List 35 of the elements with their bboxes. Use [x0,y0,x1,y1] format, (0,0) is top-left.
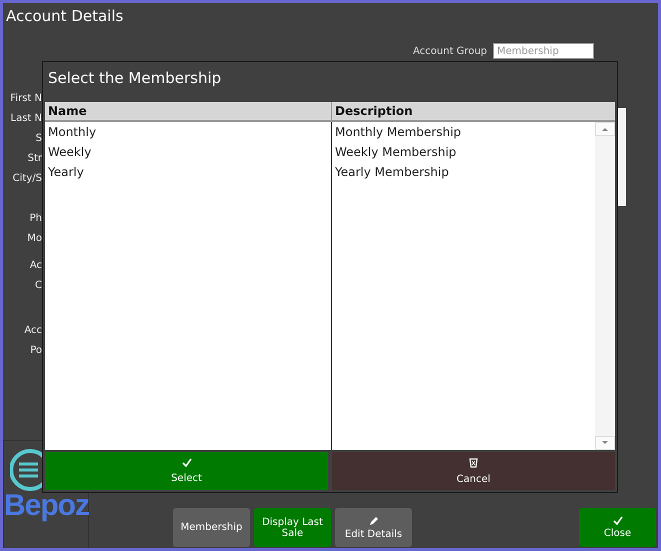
edit-details-button[interactable]: Edit Details [335,508,412,547]
field-label: S [36,132,42,146]
field-label: Ac [30,259,42,273]
field-label: Ph [30,212,42,226]
column-header[interactable]: Description [332,102,615,120]
table-cell[interactable]: Weekly [45,143,331,163]
trash-icon [469,457,478,468]
cancel-button[interactable]: Cancel [332,452,615,490]
field-label: Str [28,152,42,166]
field-label: C [35,279,42,293]
membership-button[interactable]: Membership [173,508,250,547]
scrollbar[interactable] [595,122,615,450]
field-label: Po [30,344,42,358]
column-header[interactable]: Name [45,102,332,120]
close-button[interactable]: Close [579,508,656,547]
field-label: Last N [10,112,42,126]
table-cell[interactable]: Yearly [45,163,331,183]
table-cell[interactable]: Yearly Membership [332,163,595,183]
field-label: First N [10,92,42,106]
table-cell[interactable]: Weekly Membership [332,143,595,163]
field-label: City/S [12,172,42,186]
logo-text: Bepoz [4,491,89,521]
check-icon [182,458,192,467]
display-last-sale-button[interactable]: Display Last Sale [254,508,331,547]
pencil-icon [368,516,378,526]
window-title: Account Details [6,7,124,25]
field-label: Mo [27,232,42,246]
field-label: Acc [24,324,42,338]
check-icon [612,516,622,525]
dialog-title: Select the Membership [47,68,222,89]
table-cell[interactable]: Monthly [45,123,331,143]
field-label: Account Group [413,46,487,56]
table-cell[interactable]: Monthly Membership [332,123,595,143]
scrollbar[interactable] [618,108,626,206]
select-button[interactable]: Select [45,452,328,490]
